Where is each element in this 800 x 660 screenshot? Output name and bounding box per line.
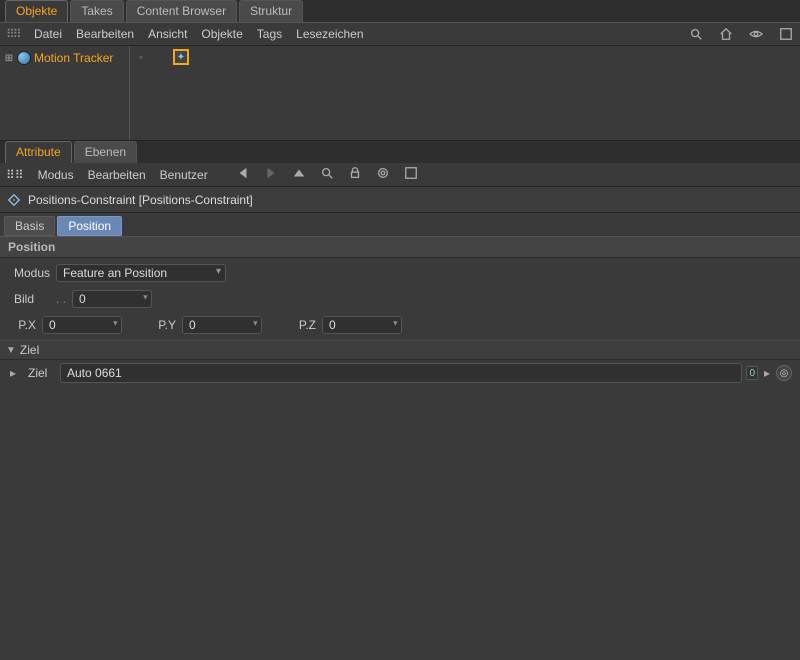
label-pz: P.Z — [288, 318, 316, 332]
pick-target-button[interactable]: ◎ — [776, 365, 792, 381]
tab-ebenen[interactable]: Ebenen — [74, 141, 137, 163]
label-bild: Bild — [8, 292, 50, 306]
menu-bearbeiten[interactable]: Bearbeiten — [88, 168, 146, 182]
eye-icon[interactable] — [748, 26, 764, 42]
anim-dots-icon[interactable]: . . — [56, 292, 66, 306]
ziel-count-badge: 0 — [746, 366, 758, 380]
object-manager-menubar: ⠿⠿ Datei Bearbeiten Ansicht Objekte Tags… — [0, 22, 800, 46]
section-ziel-header[interactable]: ▼ Ziel — [0, 340, 800, 360]
pz-input[interactable]: 0 — [322, 316, 402, 334]
expand-toggle-icon[interactable]: ▸ — [8, 366, 18, 380]
object-manager-tabstrip: Objekte Takes Content Browser Struktur — [0, 0, 800, 22]
section-ziel-label: Ziel — [20, 343, 39, 357]
attribute-manager-tabstrip: Attribute Ebenen — [0, 141, 800, 163]
home-icon[interactable] — [718, 26, 734, 42]
forward-icon[interactable] — [264, 166, 278, 183]
ziel-link-field[interactable]: Auto 0661 — [60, 363, 742, 383]
up-icon[interactable] — [292, 166, 306, 183]
menu-benutzer[interactable]: Benutzer — [160, 168, 208, 182]
menu-objekte[interactable]: Objekte — [201, 27, 242, 41]
tab-content-browser[interactable]: Content Browser — [126, 0, 237, 22]
menu-lesezeichen[interactable]: Lesezeichen — [296, 27, 363, 41]
motion-tracker-icon — [17, 51, 31, 65]
menu-bearbeiten[interactable]: Bearbeiten — [76, 27, 134, 41]
back-icon[interactable] — [236, 166, 250, 183]
attribute-title: Positions-Constraint [Positions-Constrai… — [28, 193, 253, 207]
attribute-header: Positions-Constraint [Positions-Constrai… — [0, 187, 800, 213]
constraint-tag-icon[interactable]: ✦ — [174, 50, 188, 64]
px-input[interactable]: 0 — [42, 316, 122, 334]
label-px: P.X — [8, 318, 36, 332]
layer-dot-icon[interactable]: ◦ — [134, 50, 148, 64]
attribute-menubar: ⠿⠿ Modus Bearbeiten Benutzer — [0, 163, 800, 187]
tab-position[interactable]: Position — [57, 216, 122, 236]
tab-takes[interactable]: Takes — [70, 0, 123, 22]
chevron-right-icon[interactable]: ▸ — [762, 366, 772, 380]
menu-ansicht[interactable]: Ansicht — [148, 27, 187, 41]
row-bild: Bild . . 0 — [8, 288, 792, 310]
modus-dropdown[interactable]: Feature an Position — [56, 264, 226, 282]
maximize-icon[interactable] — [778, 26, 794, 42]
label-ziel: Ziel — [22, 366, 56, 380]
row-modus: Modus Feature an Position — [8, 262, 792, 284]
menu-modus[interactable]: Modus — [38, 168, 74, 182]
tree-item-motion-tracker[interactable]: ⊞ Motion Tracker — [4, 50, 125, 66]
grip-icon[interactable]: ⠿⠿ — [6, 168, 24, 182]
object-label: Motion Tracker — [34, 51, 113, 65]
target-icon[interactable] — [376, 166, 390, 183]
menu-tags[interactable]: Tags — [257, 27, 282, 41]
row-ziel: ▸ Ziel Auto 0661 0 ▸ ◎ — [0, 360, 800, 386]
menu-datei[interactable]: Datei — [34, 27, 62, 41]
row-position-vector: P.X 0 P.Y 0 P.Z 0 — [8, 314, 792, 336]
tab-struktur[interactable]: Struktur — [239, 0, 303, 22]
lock-icon[interactable] — [348, 166, 362, 183]
object-tree[interactable]: ⊞ Motion Tracker — [0, 46, 130, 140]
object-tags-area[interactable]: ◦ ✦ — [130, 46, 800, 140]
search-icon[interactable] — [688, 26, 704, 42]
attribute-inner-tabs: Basis Position — [0, 213, 800, 236]
twisty-down-icon[interactable]: ▼ — [6, 345, 16, 356]
section-position: Position — [0, 236, 800, 258]
tab-attribute[interactable]: Attribute — [5, 141, 72, 163]
label-modus: Modus — [8, 266, 50, 280]
expand-toggle-icon[interactable]: ⊞ — [4, 53, 14, 64]
tab-objekte[interactable]: Objekte — [5, 0, 68, 22]
bild-input[interactable]: 0 — [72, 290, 152, 308]
tab-basis[interactable]: Basis — [4, 216, 55, 236]
constraint-icon — [6, 192, 22, 208]
label-py: P.Y — [148, 318, 176, 332]
grip-icon[interactable]: ⠿⠿ — [6, 27, 20, 41]
object-manager-body: ⊞ Motion Tracker ◦ ✦ — [0, 46, 800, 141]
search-icon[interactable] — [320, 166, 334, 183]
maximize-icon[interactable] — [404, 166, 418, 183]
py-input[interactable]: 0 — [182, 316, 262, 334]
